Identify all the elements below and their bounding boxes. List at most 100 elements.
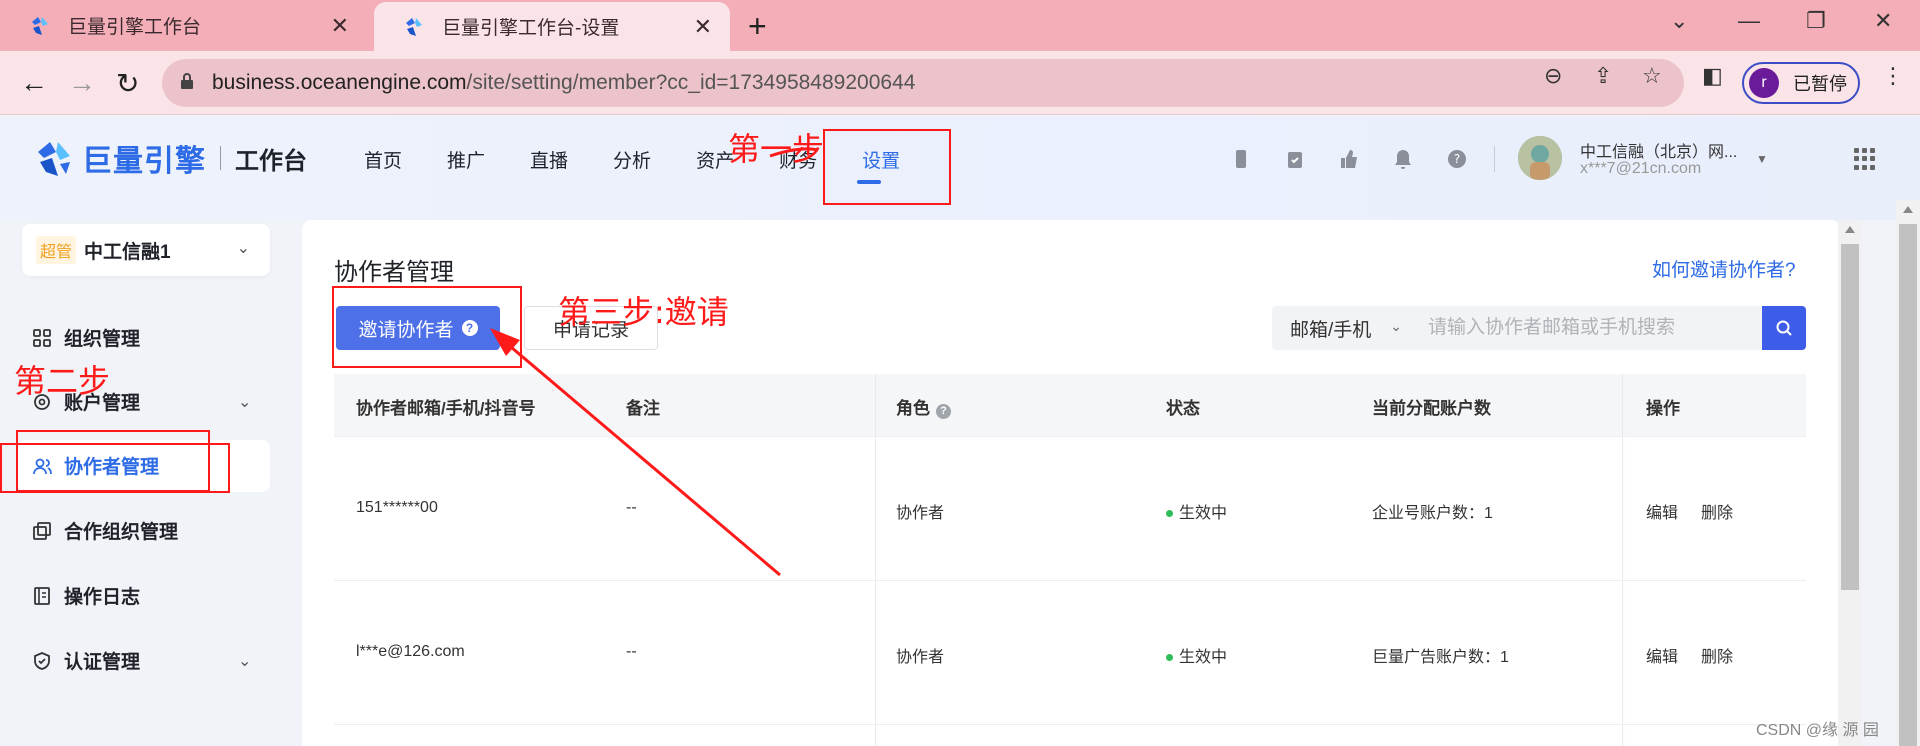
- page-scrollbar[interactable]: [1896, 200, 1920, 746]
- header-divider: [1494, 146, 1495, 172]
- clipboard-icon[interactable]: [1284, 148, 1306, 170]
- url-field[interactable]: business.oceanengine.com/site/setting/me…: [162, 59, 1684, 107]
- profile-button[interactable]: r 已暂停: [1742, 62, 1860, 104]
- status-text: 生效中: [1179, 505, 1228, 522]
- search-input[interactable]: [1414, 306, 1762, 350]
- column-header: 当前分配账户数: [1372, 399, 1491, 418]
- sidepanel-icon[interactable]: ◧: [1702, 63, 1723, 89]
- sidebar-item-org-management[interactable]: 组织管理: [32, 324, 140, 351]
- annotation-step2: 第二步: [14, 362, 111, 400]
- cell-account: l***e@126.com: [356, 643, 465, 660]
- lock-icon: [181, 73, 193, 89]
- back-arrow-icon[interactable]: ←: [20, 67, 48, 99]
- window-close-icon[interactable]: ✕: [1874, 8, 1892, 34]
- org-selector[interactable]: 超管 中工信融1 ⌄: [22, 224, 270, 276]
- cell-note: --: [626, 643, 637, 660]
- forward-arrow-icon[interactable]: →: [68, 67, 96, 99]
- log-icon: [34, 586, 50, 605]
- user-email: x***7@21cn.com: [1580, 160, 1702, 177]
- restore-icon[interactable]: ❐: [1806, 8, 1826, 34]
- status-dot-icon: [1166, 654, 1173, 662]
- user-menu-caret-icon[interactable]: ▼: [1756, 152, 1768, 166]
- column-header: 协作者邮箱/手机/抖音号: [356, 399, 536, 418]
- app-launcher-icon[interactable]: [1854, 148, 1876, 170]
- browser-tab-2-active[interactable]: 巨量引擎工作台-设置 ✕: [374, 2, 730, 51]
- sidebar-item-operation-log[interactable]: 操作日志: [32, 582, 140, 609]
- bell-icon[interactable]: [1392, 148, 1414, 170]
- main-panel: [302, 220, 1840, 746]
- browser-tab-1[interactable]: 巨量引擎工作台 ✕: [0, 0, 367, 51]
- help-circle-icon[interactable]: ?: [1446, 148, 1468, 170]
- sidebar-item-partner-org-management[interactable]: 合作组织管理: [32, 517, 178, 544]
- org-name: 中工信融1: [84, 241, 171, 263]
- profile-label: 已暂停: [1793, 74, 1847, 94]
- url-path: /site/setting/member?cc_id=1734958489200…: [466, 71, 916, 94]
- share-icon[interactable]: ⇪: [1594, 63, 1612, 89]
- search-type-value: 邮箱/手机: [1290, 319, 1372, 341]
- grid-icon: [33, 328, 51, 347]
- column-header-label: 角色: [896, 399, 930, 418]
- logo-divider: [220, 146, 221, 170]
- table-header: [334, 374, 1806, 436]
- edit-link[interactable]: 编辑: [1646, 499, 1678, 523]
- row-divider: [334, 436, 1806, 437]
- shield-icon: [34, 651, 50, 670]
- sidebar-item-certification[interactable]: 认证管理 ⌄: [32, 647, 251, 674]
- scroll-up-arrow-icon[interactable]: [1903, 206, 1913, 213]
- cell-account: 151******00: [356, 499, 438, 516]
- scrollbar-thumb[interactable]: [1841, 244, 1859, 590]
- status-dot-icon: [1166, 510, 1173, 518]
- edit-link[interactable]: 编辑: [1646, 643, 1678, 667]
- tab-search-chevron-icon[interactable]: ⌄: [1670, 8, 1688, 34]
- avatar-illustration-icon: [1518, 136, 1562, 180]
- search-type-select[interactable]: 邮箱/手机 ⌄: [1272, 306, 1414, 350]
- user-name[interactable]: 中工信融（北京）网...: [1580, 138, 1737, 162]
- search-button[interactable]: [1762, 306, 1806, 350]
- thumbs-up-icon[interactable]: [1338, 148, 1360, 170]
- new-tab-button[interactable]: +: [748, 8, 767, 45]
- oceanengine-favicon-icon: [406, 17, 422, 36]
- sidebar-item-label: 认证管理: [64, 652, 141, 673]
- nav-live[interactable]: 直播: [530, 146, 568, 173]
- chevron-down-icon: ⌄: [1390, 318, 1402, 334]
- delete-link[interactable]: 删除: [1701, 499, 1733, 523]
- bookmark-star-icon[interactable]: ☆: [1642, 63, 1662, 89]
- panel-scrollbar[interactable]: [1838, 220, 1862, 746]
- minimize-icon[interactable]: —: [1738, 8, 1760, 34]
- reload-icon[interactable]: ↻: [116, 67, 139, 100]
- scrollbar-thumb[interactable]: [1899, 224, 1917, 746]
- nav-analysis[interactable]: 分析: [613, 146, 651, 173]
- oceanengine-logo-icon: [38, 142, 70, 176]
- chevron-down-icon: ⌄: [236, 240, 250, 257]
- nav-home[interactable]: 首页: [364, 146, 402, 173]
- chevron-down-icon: ⌄: [238, 652, 252, 670]
- help-invite-link[interactable]: 如何邀请协作者?: [1652, 255, 1796, 282]
- scroll-up-arrow-icon[interactable]: [1845, 226, 1855, 233]
- delete-link[interactable]: 删除: [1701, 643, 1733, 667]
- annotation-step3: 第三步:邀请: [558, 293, 729, 331]
- tab-title: 巨量引擎工作台: [68, 17, 202, 38]
- row-divider: [334, 724, 1806, 725]
- column-header-role: 角色?: [896, 394, 951, 419]
- browser-menu-icon[interactable]: ⋮: [1882, 63, 1904, 89]
- nav-promotion[interactable]: 推广: [447, 146, 485, 173]
- user-avatar[interactable]: [1518, 136, 1562, 180]
- column-header: 状态: [1166, 399, 1200, 418]
- watermark: CSDN @缘 源 园: [1756, 722, 1879, 739]
- cell-accounts: 企业号账户数：1: [1372, 505, 1493, 522]
- tab-close-icon[interactable]: ✕: [694, 14, 712, 40]
- tab-close-icon[interactable]: ✕: [331, 13, 349, 39]
- phone-icon[interactable]: [1230, 148, 1252, 170]
- cell-accounts: 巨量广告账户数：1: [1372, 649, 1509, 666]
- sidebar-item-label: 组织管理: [64, 329, 141, 350]
- annotation-box-settings: [823, 129, 951, 205]
- brand-logo[interactable]: 巨量引擎 工作台: [32, 136, 307, 180]
- url-host: business.oceanengine.com: [212, 71, 467, 94]
- row-divider: [334, 580, 1806, 581]
- chevron-down-icon: ⌄: [238, 393, 252, 411]
- help-icon[interactable]: ?: [936, 403, 951, 419]
- page-title: 协作者管理: [334, 259, 454, 286]
- zoom-out-icon[interactable]: ⊖: [1544, 63, 1562, 89]
- annotation-box-invite: [332, 286, 522, 368]
- address-bar-row: ← → ↻ business.oceanengine.com/site/sett…: [0, 51, 1920, 115]
